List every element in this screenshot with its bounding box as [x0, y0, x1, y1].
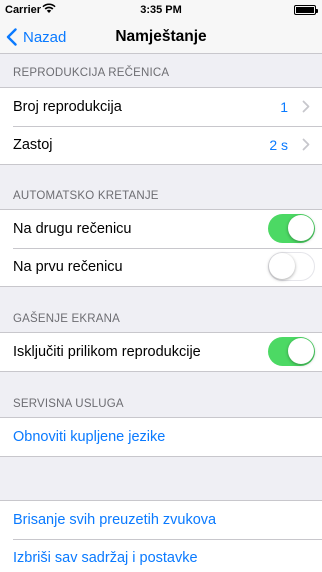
battery-icon	[294, 5, 318, 15]
disable-during-playback-row: Isključiti prilikom reprodukcije	[0, 333, 322, 371]
section-header-service: SERVISNA USLUGA	[13, 398, 124, 410]
repeat-count-row[interactable]: Broj reprodukcija 1	[0, 88, 322, 126]
repeat-count-value: 1	[280, 99, 288, 115]
status-bar: Carrier 3:35 PM	[0, 0, 322, 20]
restore-purchases-button[interactable]: Obnoviti kupljene jezike	[0, 418, 322, 456]
next-sentence-label: Na drugu rečenicu	[13, 221, 132, 237]
next-sentence-row: Na drugu rečenicu	[0, 210, 322, 248]
navigation-bar: Nazad Namještanje	[0, 20, 322, 54]
group-service: Obnoviti kupljene jezike	[0, 417, 322, 457]
section-header-screen-off: GAŠENJE EKRANA	[13, 313, 120, 325]
group-playback: Broj reprodukcija 1 Zastoj 2 s	[0, 87, 322, 165]
repeat-count-label: Broj reprodukcija	[13, 99, 122, 115]
clock: 3:35 PM	[140, 4, 182, 16]
first-sentence-row: Na prvu rečenicu	[0, 248, 322, 286]
delay-value: 2 s	[269, 137, 288, 153]
next-sentence-switch[interactable]	[268, 214, 315, 243]
chevron-right-icon	[302, 138, 310, 151]
first-sentence-switch[interactable]	[268, 252, 315, 281]
group-data: Brisanje svih preuzetih zvukova Izbriši …	[0, 500, 322, 572]
chevron-right-icon	[302, 100, 310, 113]
first-sentence-label: Na prvu rečenicu	[13, 259, 123, 275]
section-header-playback: REPRODUKCIJA REČENICA	[13, 67, 170, 79]
disable-during-playback-switch[interactable]	[268, 337, 315, 366]
delay-row[interactable]: Zastoj 2 s	[0, 126, 322, 164]
group-auto-move: Na drugu rečenicu Na prvu rečenicu	[0, 209, 322, 287]
erase-all-button[interactable]: Izbriši sav sadržaj i postavke	[0, 539, 322, 572]
section-header-auto-move: AUTOMATSKO KRETANJE	[13, 190, 159, 202]
delay-label: Zastoj	[13, 137, 53, 153]
page-title: Namještanje	[115, 28, 207, 45]
delete-sounds-button[interactable]: Brisanje svih preuzetih zvukova	[0, 501, 322, 539]
group-screen-off: Isključiti prilikom reprodukcije	[0, 332, 322, 372]
disable-during-playback-label: Isključiti prilikom reprodukcije	[13, 344, 201, 360]
